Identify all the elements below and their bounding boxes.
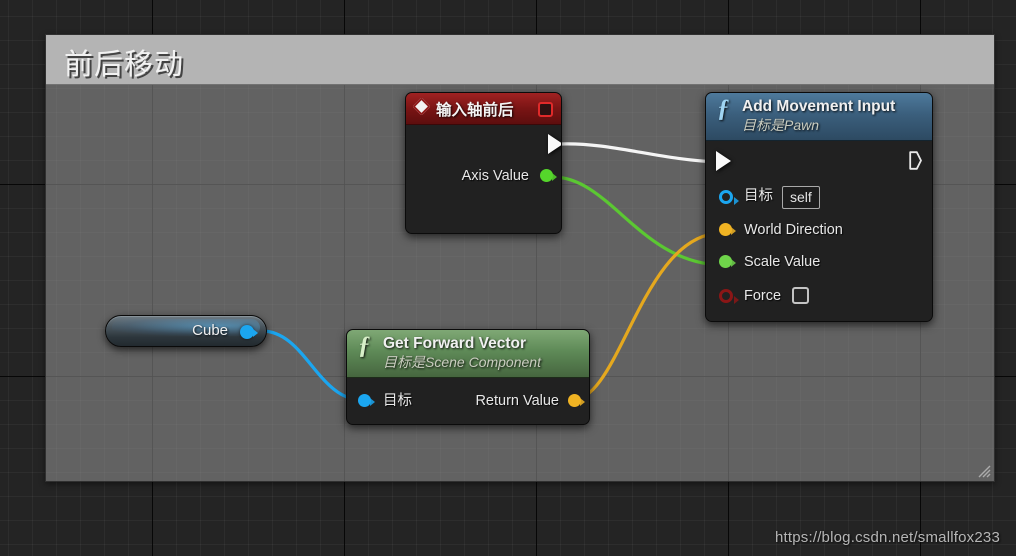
node-header[interactable]: ƒ Get Forward Vector 目标是Scene Component — [347, 330, 589, 378]
node-header[interactable]: ƒ Add Movement Input 目标是Pawn — [706, 93, 932, 141]
pin-cube-output[interactable] — [240, 325, 258, 339]
pin-axis-value[interactable] — [540, 169, 557, 182]
force-checkbox[interactable] — [792, 287, 809, 304]
exec-output-pin[interactable] — [548, 134, 561, 154]
pin-force[interactable] — [719, 289, 739, 304]
function-f-icon: ƒ — [717, 95, 730, 122]
node-cube-variable[interactable]: Cube — [105, 315, 267, 347]
pin-label-world-direction: World Direction — [744, 222, 843, 238]
pin-label-scale-value: Scale Value — [744, 254, 821, 270]
node-get-forward-vector[interactable]: ƒ Get Forward Vector 目标是Scene Component … — [346, 329, 590, 425]
node-input-axis-event[interactable]: 输入轴前后 Axis Value — [405, 92, 562, 234]
pin-return-value[interactable] — [568, 394, 585, 407]
node-subtitle: 目标是Scene Component — [383, 354, 541, 370]
pin-label-axis-value: Axis Value — [461, 168, 529, 184]
node-title: Get Forward Vector — [383, 335, 526, 352]
node-title: Cube — [192, 322, 228, 339]
pin-label-target: 目标 — [744, 188, 773, 204]
exec-output-pin[interactable] — [909, 151, 922, 170]
node-title: Add Movement Input — [742, 98, 896, 115]
pin-row-force: Force — [706, 278, 932, 314]
pin-row-target: 目标 self — [706, 179, 932, 214]
pin-label-force: Force — [744, 288, 782, 304]
node-body: Axis Value — [406, 125, 561, 233]
pin-row-axis-value: Axis Value — [406, 159, 561, 193]
exec-input-pin[interactable] — [716, 151, 731, 171]
pin-target[interactable] — [358, 394, 375, 407]
node-title: 输入轴前后 — [436, 102, 514, 119]
pin-row-target-return: 目标 Return Value — [347, 378, 589, 424]
pin-row-scale-value: Scale Value — [706, 246, 932, 278]
pin-label-target: 目标 — [383, 393, 412, 409]
node-body: 目标 Return Value — [347, 378, 589, 424]
blueprint-graph-canvas[interactable]: 前后移动 输入轴前后 Axis Value ƒ Add Movement Inp… — [0, 0, 1016, 556]
comment-title: 前后移动 — [64, 49, 185, 81]
node-body: 目标 self World Direction Scale Value Forc… — [706, 141, 932, 321]
comment-resize-handle[interactable] — [975, 462, 991, 478]
node-header[interactable]: 输入轴前后 — [406, 93, 561, 125]
pin-row-world-direction: World Direction — [706, 214, 932, 246]
pin-scale-value[interactable] — [719, 255, 736, 268]
watermark-url: https://blog.csdn.net/smallfox233 — [774, 529, 1000, 546]
pin-row-exec — [706, 141, 932, 179]
pin-row-exec-out — [406, 125, 561, 159]
event-diamond-icon — [412, 97, 431, 116]
event-toggle-button[interactable] — [538, 102, 553, 117]
comment-box-header[interactable]: 前后移动 — [46, 35, 994, 85]
function-f-icon: ƒ — [358, 332, 371, 359]
pin-world-direction[interactable] — [719, 223, 736, 236]
node-add-movement-input[interactable]: ƒ Add Movement Input 目标是Pawn 目标 self Wor… — [705, 92, 933, 322]
cube-highlight — [112, 319, 260, 336]
pin-target[interactable] — [719, 190, 739, 205]
target-value-self[interactable]: self — [782, 186, 820, 209]
node-subtitle: 目标是Pawn — [742, 117, 820, 133]
pin-label-return-value: Return Value — [475, 393, 559, 409]
